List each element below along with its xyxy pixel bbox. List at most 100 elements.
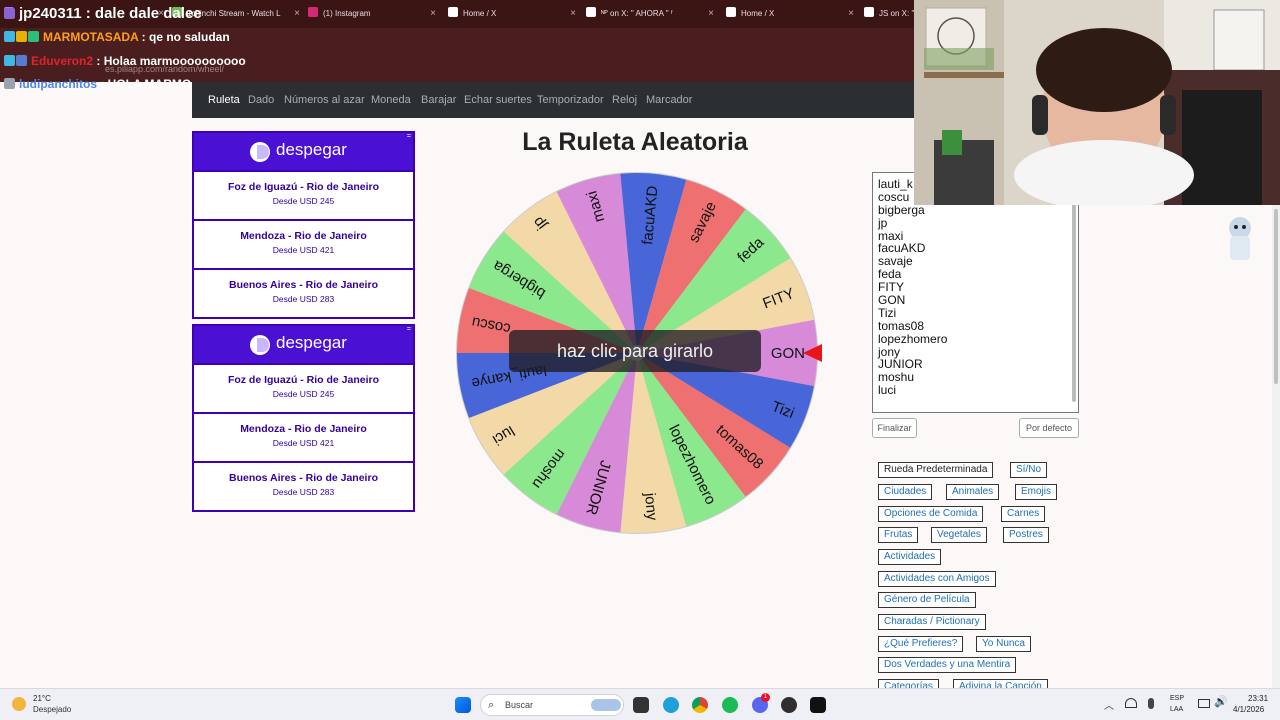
nav-link[interactable]: Moneda (371, 82, 411, 118)
tab-favicon-icon (448, 7, 458, 17)
textarea-scrollbar[interactable] (1072, 177, 1076, 402)
language-indicator[interactable]: ESP (1170, 695, 1184, 702)
preset-wheel-button[interactable]: Postres (1003, 527, 1049, 543)
nav-link[interactable]: Reloj (612, 82, 637, 118)
browser-tab[interactable]: JS on X: " (864, 5, 914, 23)
default-button[interactable]: Por defecto (1019, 418, 1079, 438)
wheel-label: jony (641, 491, 661, 521)
preset-wheel-button[interactable]: Frutas (878, 527, 919, 543)
search-highlight-icon (591, 699, 621, 711)
chat-username[interactable]: Eduveron2 (31, 54, 93, 68)
preset-wheel-button[interactable]: Charadas / Pictionary (878, 614, 986, 630)
windows-start-icon[interactable] (455, 697, 471, 713)
nav-link[interactable]: Barajar (421, 82, 456, 118)
search-icon: ⌕ (488, 699, 495, 711)
display-icon[interactable] (1198, 699, 1210, 708)
ad-banner[interactable]: despegar = Foz de Iguazú - Rio de Janeiro D… (192, 324, 415, 512)
ad-route: Mendoza - Rio de Janeiro (240, 423, 367, 435)
preset-wheel-button[interactable]: Vegetales (931, 527, 987, 543)
nav-link[interactable]: Números al azar (284, 82, 365, 118)
chat-badge-icon (16, 55, 27, 66)
name-entry: Tizi (878, 305, 897, 320)
chat-badge-icon (28, 31, 39, 42)
browser-tab[interactable]: Home / X × (726, 5, 854, 23)
ad-price: Desde USD 283 (272, 294, 335, 304)
ad-banner[interactable]: despegar = Foz de Iguazú - Rio de Janeiro D… (192, 131, 415, 319)
chat-username[interactable]: jp240311 (19, 5, 82, 22)
network-icon[interactable] (1125, 698, 1137, 708)
browser-tab[interactable]: Home / X × (448, 5, 576, 23)
chevron-up-icon[interactable]: ︿ (1104, 697, 1114, 712)
browser-tab[interactable]: ᴺᴾ on X: " AHORA " ᶠ × (586, 5, 714, 23)
preset-wheel-button[interactable]: Sí/No (1010, 462, 1048, 478)
nav-link[interactable]: Echar suertes (464, 82, 532, 118)
page-scrollbar[interactable] (1272, 205, 1280, 688)
close-icon[interactable]: × (848, 5, 854, 23)
clock-time[interactable]: 23:31 (1248, 694, 1268, 703)
ad-route-item[interactable]: Mendoza - Rio de Janeiro Desde USD 421 (194, 219, 413, 268)
ad-close-icon[interactable]: = (407, 326, 411, 333)
ad-route-item[interactable]: Buenos Aires - Rio de Janeiro Desde USD 2… (194, 268, 413, 317)
close-icon[interactable]: × (570, 5, 576, 23)
preset-wheel-button[interactable]: Rueda Predeterminada (878, 462, 994, 478)
preset-wheel-button[interactable]: Actividades (878, 549, 942, 565)
chat-badge-icon (4, 31, 15, 42)
chat-message: MARMOTASADA : qe no saludan (4, 30, 230, 44)
nav-link[interactable]: Dado (248, 82, 274, 118)
finish-button[interactable]: Finalizar (872, 418, 917, 438)
preset-wheel-button[interactable]: Emojis (1015, 484, 1058, 500)
ad-route-item[interactable]: Foz de Iguazú - Rio de Janeiro Desde USD … (194, 170, 413, 219)
preset-wheel-button[interactable]: Opciones de Comida (878, 506, 984, 522)
chrome-icon[interactable] (692, 697, 708, 713)
name-entry: tomas08 (878, 318, 925, 333)
preset-wheel-button[interactable]: Ciudades (878, 484, 933, 500)
tab-favicon-icon (726, 7, 736, 17)
name-entry: luci (878, 383, 897, 398)
preset-wheel-button[interactable]: Carnes (1001, 506, 1046, 522)
preset-wheel-button[interactable]: Dos Verdades y una Mentira (878, 657, 1017, 673)
ad-route-item[interactable]: Foz de Iguazú - Rio de Janeiro Desde USD … (194, 363, 413, 412)
tab-favicon-icon (586, 7, 596, 17)
preset-wheel-button[interactable]: Género de Película (878, 592, 976, 608)
spotify-icon[interactable] (722, 697, 738, 713)
windows-taskbar: 21°C Despejado ⌕ Buscar 1 ︿ ESP LAA 🔊 23… (0, 688, 1280, 720)
chat-username[interactable]: MARMOTASADA (43, 30, 138, 44)
browser-tab[interactable]: (1) Instagram × (308, 5, 436, 23)
volume-icon[interactable]: 🔊 (1214, 695, 1228, 708)
tiktok-icon[interactable] (810, 697, 826, 713)
chat-separator: : (81, 5, 95, 22)
ad-close-icon[interactable]: = (407, 133, 411, 140)
edge-icon[interactable] (663, 697, 679, 713)
taskbar-search-input[interactable]: ⌕ Buscar (480, 694, 624, 716)
close-icon[interactable]: × (430, 5, 436, 23)
weather-desc: Despejado (33, 705, 72, 714)
chat-badge-icon (4, 78, 15, 89)
chat-message: Eduveron2 : Holaa marmoooooooooo (4, 54, 246, 68)
ad-route-item[interactable]: Buenos Aires - Rio de Janeiro Desde USD 2… (194, 461, 413, 510)
tab-title: JS on X: " (879, 9, 914, 18)
nav-link[interactable]: Marcador (646, 82, 692, 118)
chat-username[interactable]: ludipanchitos (19, 77, 97, 91)
weather-icon[interactable] (12, 697, 26, 711)
preset-wheel-button[interactable]: Actividades con Amigos (878, 571, 996, 587)
ad-route: Foz de Iguazú - Rio de Janeiro (227, 374, 380, 386)
tab-favicon-icon (308, 7, 318, 17)
ad-route-item[interactable]: Mendoza - Rio de Janeiro Desde USD 421 (194, 412, 413, 461)
close-icon[interactable]: × (294, 5, 300, 23)
despegar-logo-icon (250, 335, 270, 355)
tab-title: Home / X (463, 9, 497, 18)
chat-text: Holaa marmoooooooooo (103, 54, 246, 68)
nav-link[interactable]: Temporizador (537, 82, 604, 118)
preset-wheel-button[interactable]: Yo Nunca (976, 636, 1031, 652)
spin-button[interactable]: haz clic para girarlo (509, 330, 761, 372)
nav-link[interactable]: Ruleta (208, 82, 240, 118)
chat-text: HOLA MARMO (107, 77, 192, 91)
names-textarea[interactable]: lauti_k coscu bigberga jp maxi facuAKD savaje f… (872, 172, 1079, 413)
obs-icon[interactable] (781, 697, 797, 713)
preset-wheel-button[interactable]: Animales (946, 484, 1000, 500)
close-icon[interactable]: × (708, 5, 714, 23)
task-view-icon[interactable] (633, 697, 649, 713)
preset-wheel-button[interactable]: ¿Qué Prefieres? (878, 636, 964, 652)
microphone-icon[interactable] (1148, 698, 1154, 709)
wheel-label: GON (771, 345, 805, 362)
